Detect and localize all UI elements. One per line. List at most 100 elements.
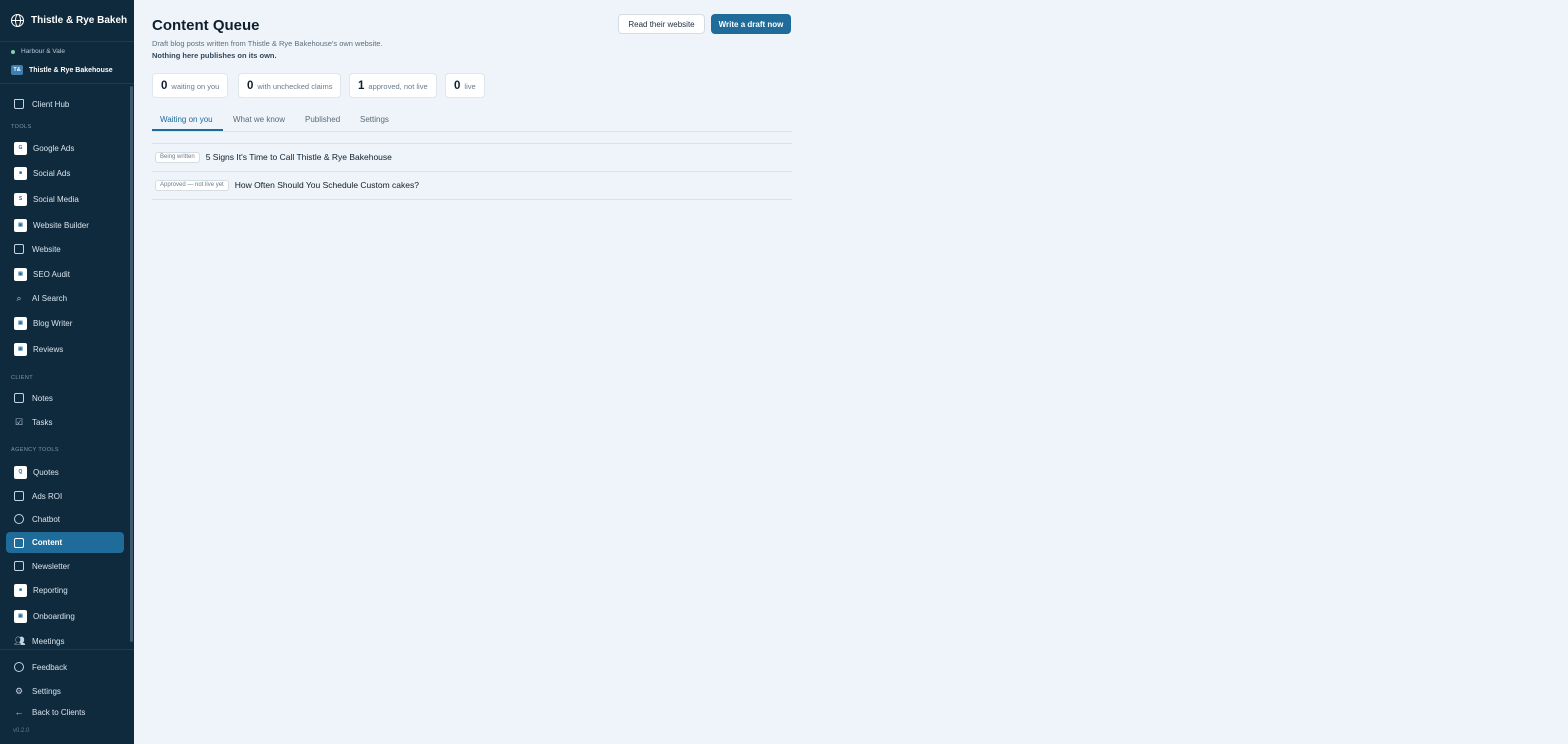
tab-settings[interactable]: Settings xyxy=(360,115,389,124)
layout-icon xyxy=(14,244,24,254)
stat-label: waiting on you xyxy=(171,82,220,91)
sidebar-item-newsletter[interactable]: Newsletter xyxy=(6,556,124,576)
stat-unchecked-claims: 0 with unchecked claims xyxy=(238,73,342,98)
reviews-tile-icon: ▣ xyxy=(14,342,27,356)
sidebar-item-tasks[interactable]: ☑ Tasks xyxy=(6,412,124,432)
sidebar-item-quotes[interactable]: Q Quotes xyxy=(6,462,124,482)
sidebar-item-google-ads[interactable]: G Google Ads xyxy=(6,138,124,158)
sidebar-item-label: Client Hub xyxy=(32,99,70,109)
section-heading-tools: TOOLS xyxy=(11,124,32,130)
stat-label: approved, not live xyxy=(368,82,428,91)
stat-waiting-on-you: 0 waiting on you xyxy=(152,73,229,98)
sidebar-item-label: Back to Clients xyxy=(32,707,86,717)
sidebar-item-reporting[interactable]: ■ Reporting xyxy=(6,580,124,600)
status-badge: Approved — not live yet xyxy=(155,179,229,191)
sidebar-item-social-media[interactable]: S Social Media xyxy=(6,189,124,209)
draft-title: 5 Signs It's Time to Call Thistle & Rye … xyxy=(205,152,392,162)
sidebar-item-label: Google Ads xyxy=(33,143,75,153)
sidebar-item-client-hub[interactable]: Client Hub xyxy=(6,94,124,114)
subtitle-emphasis: Nothing here publishes on its own. xyxy=(152,50,277,60)
chat-bubble-icon xyxy=(14,514,24,524)
blog-writer-tile-icon: ▣ xyxy=(14,316,27,330)
sidebar-item-website-builder[interactable]: ▣ Website Builder xyxy=(6,215,124,235)
sidebar-item-chatbot[interactable]: Chatbot xyxy=(6,509,124,529)
client-name: Thistle & Rye Bakehouse xyxy=(29,66,113,74)
list-item[interactable]: Approved — not live yet How Often Should… xyxy=(152,171,792,199)
stat-approved-not-live: 1 approved, not live xyxy=(349,73,437,98)
sidebar-divider xyxy=(0,83,134,84)
client-switcher[interactable]: T& Thistle & Rye Bakehouse xyxy=(11,65,113,75)
sidebar-item-label: Chatbot xyxy=(32,514,61,524)
sidebar-footer-divider xyxy=(0,649,134,650)
workspace-title: Thistle & Rye Bakeho... xyxy=(31,15,127,26)
status-badge: Being written xyxy=(155,151,200,163)
sidebar-item-website[interactable]: Website xyxy=(6,239,124,259)
sidebar-item-notes[interactable]: Notes xyxy=(6,388,124,408)
sidebar-item-label: Social Media xyxy=(33,194,79,204)
sidebar-item-label: Meetings xyxy=(32,636,65,646)
sidebar-item-label: Quotes xyxy=(33,467,59,477)
client-avatar: T& xyxy=(11,65,23,75)
sidebar-item-feedback[interactable]: Feedback xyxy=(6,657,124,677)
arrow-left-icon: ← xyxy=(14,707,24,717)
search-icon: ⌕ xyxy=(16,293,22,303)
sidebar-item-label: Tasks xyxy=(32,417,53,427)
stat-label: live xyxy=(464,82,476,91)
sidebar-item-label: Notes xyxy=(32,393,53,403)
sidebar-item-reviews[interactable]: ▣ Reviews xyxy=(6,339,124,359)
sidebar-item-label: Social Ads xyxy=(33,168,71,178)
list-divider xyxy=(152,199,792,200)
page-title: Content Queue xyxy=(152,17,260,34)
sidebar-item-label: SEO Audit xyxy=(33,269,70,279)
sidebar-item-settings[interactable]: ⚙ Settings xyxy=(6,681,124,701)
tab-waiting-on-you[interactable]: Waiting on you xyxy=(160,115,213,124)
sidebar-item-label: Onboarding xyxy=(33,611,75,621)
sidebar-item-blog-writer[interactable]: ▣ Blog Writer xyxy=(6,313,124,333)
content-tabs: Waiting on you What we know Published Se… xyxy=(152,112,792,132)
sidebar-item-ai-search[interactable]: ⌕ AI Search xyxy=(6,288,124,308)
sidebar: Thistle & Rye Bakeho... Harbour & Vale T… xyxy=(0,0,134,744)
onboarding-tile-icon: ▣ xyxy=(14,609,27,623)
sidebar-item-label: Blog Writer xyxy=(33,318,73,328)
tab-what-we-know[interactable]: What we know xyxy=(233,115,285,124)
google-ads-tile-icon: G xyxy=(14,141,27,155)
sidebar-item-ads-roi[interactable]: Ads ROI xyxy=(6,486,124,506)
home-icon xyxy=(14,99,24,109)
sidebar-item-seo-audit[interactable]: ▣ SEO Audit xyxy=(6,264,124,284)
document-icon xyxy=(14,393,24,403)
sidebar-item-label: Feedback xyxy=(32,662,68,672)
sidebar-item-label: AI Search xyxy=(32,293,68,303)
sidebar-item-label: Website xyxy=(32,244,61,254)
stat-label: with unchecked claims xyxy=(257,82,333,91)
tab-published[interactable]: Published xyxy=(305,115,340,124)
document-icon xyxy=(14,537,24,548)
list-item[interactable]: Being written 5 Signs It's Time to Call … xyxy=(152,143,792,171)
write-draft-button[interactable]: Write a draft now xyxy=(711,14,791,34)
sidebar-item-label: Reviews xyxy=(33,344,64,354)
stat-live: 0 live xyxy=(445,73,485,98)
sidebar-item-label: Reporting xyxy=(33,585,68,595)
sidebar-item-label: Content xyxy=(32,538,63,547)
workspace-header[interactable]: Thistle & Rye Bakeho... xyxy=(0,0,134,42)
seo-audit-tile-icon: ▣ xyxy=(14,267,27,281)
sidebar-scrollbar[interactable] xyxy=(130,86,133,642)
sidebar-item-social-ads[interactable]: ■ Social Ads xyxy=(6,163,124,183)
sidebar-item-label: Newsletter xyxy=(32,561,70,571)
stat-value: 1 xyxy=(358,79,365,92)
sidebar-item-meetings[interactable]: 👥︎ Meetings xyxy=(6,631,124,651)
back-to-clients-link[interactable]: ← Back to Clients xyxy=(6,702,124,722)
mail-icon xyxy=(14,561,24,571)
reporting-tile-icon: ■ xyxy=(14,583,27,597)
sidebar-item-label: Ads ROI xyxy=(32,491,63,501)
stat-value: 0 xyxy=(161,79,168,92)
sidebar-item-onboarding[interactable]: ▣ Onboarding xyxy=(6,606,124,626)
stat-value: 0 xyxy=(454,79,461,92)
globe-icon xyxy=(11,14,24,27)
agency-name: Harbour & Vale xyxy=(21,48,65,55)
users-icon: 👥︎ xyxy=(14,636,26,646)
sidebar-item-content[interactable]: Content xyxy=(6,532,124,553)
stat-value: 0 xyxy=(247,79,254,92)
gear-icon: ⚙ xyxy=(14,686,24,696)
read-website-button[interactable]: Read their website xyxy=(618,14,705,34)
sidebar-item-label: Settings xyxy=(32,686,61,696)
